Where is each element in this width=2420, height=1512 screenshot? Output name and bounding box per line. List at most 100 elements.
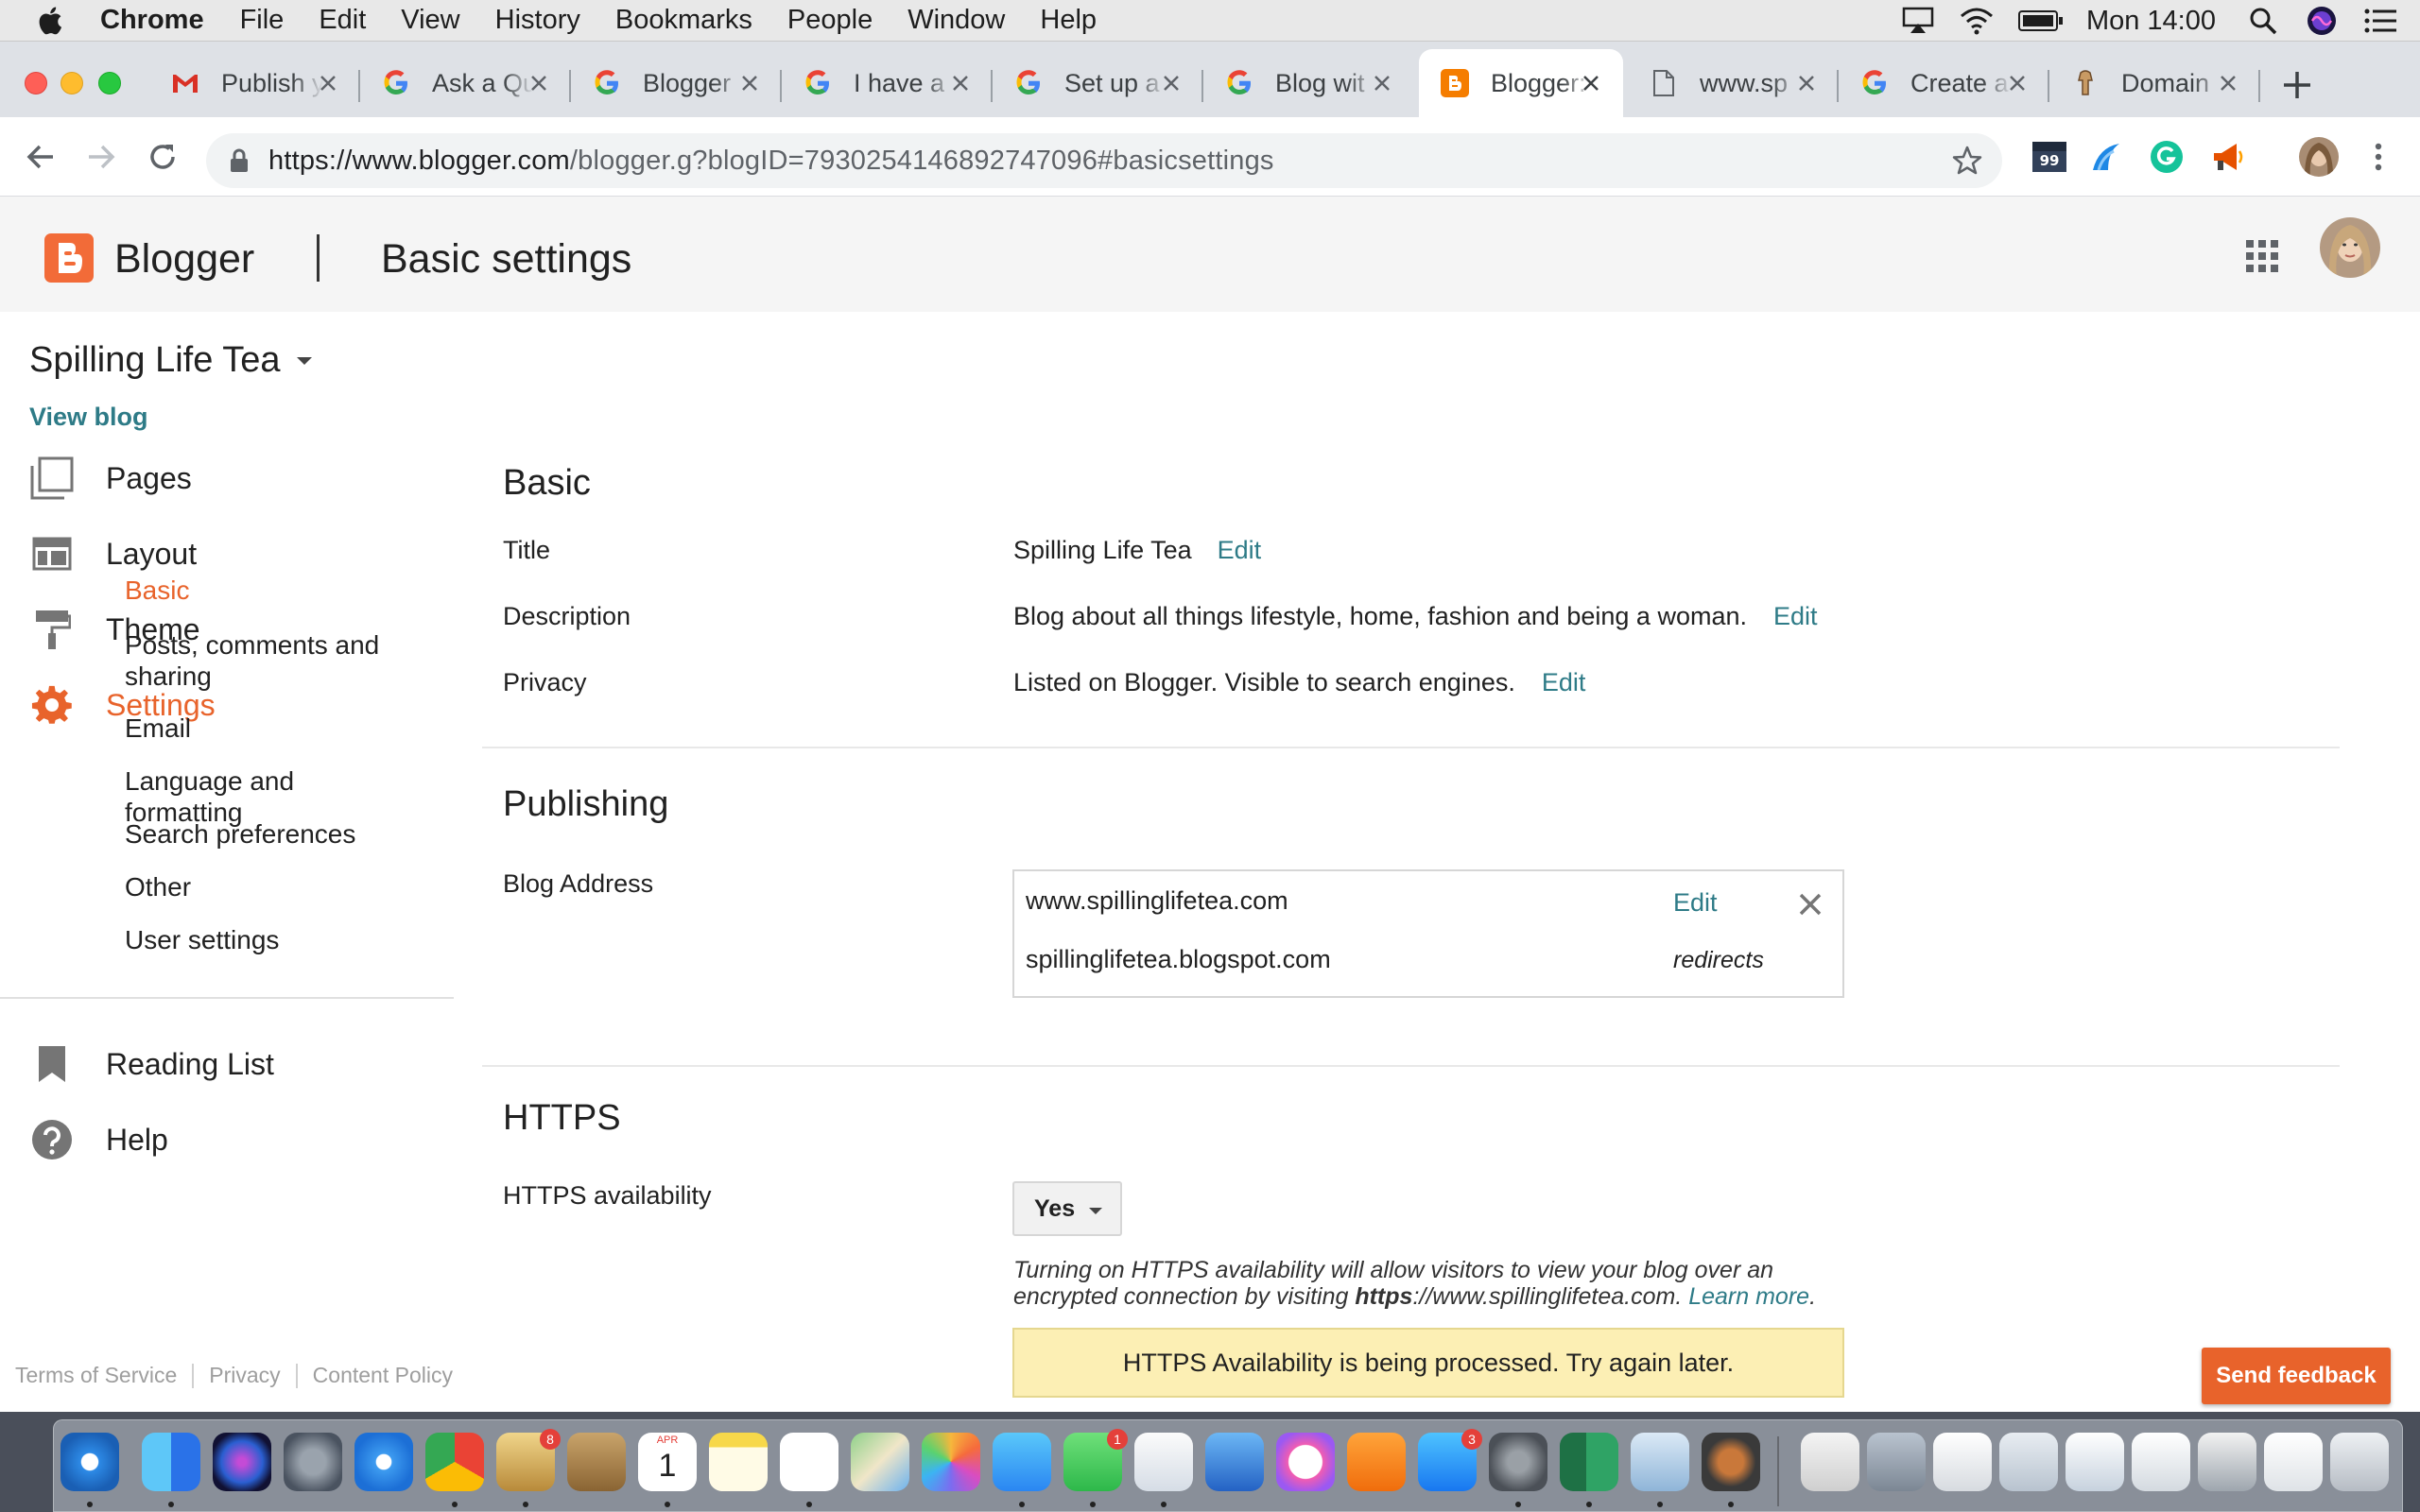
tab-close-icon[interactable] xyxy=(738,72,761,94)
window-close-button[interactable] xyxy=(25,72,47,94)
tab-close-icon[interactable] xyxy=(1795,72,1818,94)
settings-sub-other[interactable]: Other xyxy=(125,871,408,902)
grammarly-icon[interactable] xyxy=(2148,138,2186,176)
extension-wave-icon[interactable] xyxy=(2087,138,2125,176)
reminders-icon[interactable] xyxy=(780,1433,838,1491)
menu-file[interactable]: File xyxy=(240,5,285,36)
sidebar-item-reading-list[interactable]: Reading List xyxy=(29,1038,274,1091)
browser-tab-i-have[interactable]: I have a xyxy=(782,49,993,117)
learn-more-link[interactable]: Learn more xyxy=(1688,1283,1809,1310)
messages-icon[interactable] xyxy=(993,1433,1051,1491)
privacy-link[interactable]: Privacy xyxy=(209,1363,280,1388)
menubar-clock[interactable]: Mon 14:00 xyxy=(2086,6,2216,37)
menu-edit[interactable]: Edit xyxy=(319,5,366,36)
menu-window[interactable]: Window xyxy=(908,5,1005,36)
keynote-icon[interactable] xyxy=(1134,1433,1193,1491)
url-text[interactable]: https://www.blogger.com/blogger.g?blogID… xyxy=(268,146,1274,177)
trash-icon[interactable] xyxy=(2330,1433,2389,1491)
chrome-icon[interactable] xyxy=(425,1433,484,1491)
tab-close-icon[interactable] xyxy=(527,72,550,94)
browser-tab-blog-with[interactable]: Blog wit xyxy=(1203,49,1414,117)
privacy-edit-link[interactable]: Edit xyxy=(1542,668,1586,697)
settings-sub-search[interactable]: Search preferences xyxy=(125,818,408,850)
menu-people[interactable]: People xyxy=(787,5,873,36)
browser-tab-blogger-search[interactable]: Blogger xyxy=(571,49,782,117)
remove-domain-close-icon[interactable] xyxy=(1796,890,1824,919)
apple-menu-icon[interactable] xyxy=(36,5,68,37)
maps-icon[interactable] xyxy=(851,1433,909,1491)
books-icon[interactable] xyxy=(1347,1433,1406,1491)
title-edit-link[interactable]: Edit xyxy=(1218,536,1262,565)
calendar-icon[interactable]: APR 1 xyxy=(638,1433,697,1491)
blog-selector[interactable]: Spilling Life Tea xyxy=(29,340,313,381)
window-zoom-button[interactable] xyxy=(98,72,121,94)
terms-link[interactable]: Terms of Service xyxy=(15,1363,177,1388)
photos-icon[interactable] xyxy=(922,1433,980,1491)
settings-sub-user[interactable]: User settings xyxy=(125,924,408,955)
address-bar[interactable]: https://www.blogger.com/blogger.g?blogID… xyxy=(206,133,2002,188)
settings-sub-email[interactable]: Email xyxy=(125,713,408,744)
safari-compass-icon[interactable] xyxy=(60,1433,119,1491)
menu-help[interactable]: Help xyxy=(1040,5,1097,36)
browser-tab-www[interactable]: www.sp xyxy=(1628,49,1839,117)
stack-folder-icon[interactable] xyxy=(1933,1433,1992,1491)
stack-document-icon[interactable] xyxy=(1801,1433,1859,1491)
menu-bookmarks[interactable]: Bookmarks xyxy=(615,5,752,36)
menu-view[interactable]: View xyxy=(401,5,459,36)
extension-99-icon[interactable]: 99 xyxy=(2031,138,2068,176)
browser-tab-set-up[interactable]: Set up a xyxy=(993,49,1203,117)
blogger-logo-icon[interactable] xyxy=(44,233,94,283)
content-policy-link[interactable]: Content Policy xyxy=(313,1363,453,1388)
menu-history[interactable]: History xyxy=(495,5,580,36)
wifi-icon[interactable] xyxy=(1958,2,1996,40)
stack-screenshot-icon[interactable] xyxy=(2066,1433,2124,1491)
apps-grid-icon[interactable] xyxy=(2245,239,2279,273)
battery-icon[interactable] xyxy=(2016,2,2066,40)
stack-list-icon[interactable] xyxy=(2132,1433,2190,1491)
tab-close-icon[interactable] xyxy=(2006,72,2029,94)
stack-paper-icon[interactable] xyxy=(2264,1433,2323,1491)
camera-app-icon[interactable] xyxy=(1702,1433,1760,1491)
browser-tab-create[interactable]: Create a xyxy=(1839,49,2049,117)
airplay-icon[interactable] xyxy=(1899,2,1937,40)
chrome-menu-kebab-icon[interactable] xyxy=(2360,138,2397,176)
bookmark-star-icon[interactable] xyxy=(1951,145,1983,177)
browser-tab-ask[interactable]: Ask a Qu xyxy=(360,49,571,117)
system-preferences-icon[interactable] xyxy=(1489,1433,1547,1491)
settings-sub-basic[interactable]: Basic xyxy=(125,575,408,606)
stack-house-icon[interactable] xyxy=(1867,1433,1926,1491)
tab-close-icon[interactable] xyxy=(2217,72,2239,94)
sidebar-item-pages[interactable]: Pages xyxy=(29,452,192,505)
keynote-podium-icon[interactable] xyxy=(1205,1433,1264,1491)
forward-arrow-icon[interactable] xyxy=(81,137,121,177)
window-minimize-button[interactable] xyxy=(60,72,83,94)
blog-address-edit-link[interactable]: Edit xyxy=(1673,888,1718,918)
notes-icon[interactable] xyxy=(709,1433,768,1491)
send-feedback-button[interactable]: Send feedback xyxy=(2202,1348,2391,1404)
stack-window-icon[interactable] xyxy=(1999,1433,2058,1491)
launchpad-rocket-icon[interactable] xyxy=(284,1433,342,1491)
tab-close-icon[interactable] xyxy=(1371,72,1393,94)
preview-icon[interactable] xyxy=(1631,1433,1689,1491)
browser-tab-blogger-settings[interactable]: Blogger: xyxy=(1419,49,1623,117)
tab-close-icon[interactable] xyxy=(1160,72,1183,94)
back-arrow-icon[interactable] xyxy=(21,137,60,177)
menu-app-name[interactable]: Chrome xyxy=(100,5,204,36)
spotlight-icon[interactable] xyxy=(2244,2,2282,40)
tab-close-icon[interactable] xyxy=(1580,72,1602,94)
finder-icon[interactable] xyxy=(142,1433,200,1491)
https-availability-select[interactable]: Yes xyxy=(1012,1181,1122,1236)
siri-icon[interactable] xyxy=(213,1433,271,1491)
browser-tab-publish[interactable]: Publish y xyxy=(149,49,360,117)
siri-icon[interactable] xyxy=(2303,2,2341,40)
contacts-icon[interactable] xyxy=(567,1433,626,1491)
browser-tab-domain[interactable]: Domain xyxy=(2049,49,2260,117)
stack-photo-icon[interactable] xyxy=(2198,1433,2256,1491)
profile-avatar[interactable] xyxy=(2299,137,2339,177)
sidebar-item-help[interactable]: Help xyxy=(29,1113,168,1166)
blogger-brand[interactable]: Blogger xyxy=(114,236,254,283)
notification-center-icon[interactable] xyxy=(2361,2,2399,40)
tab-close-icon[interactable] xyxy=(949,72,972,94)
new-tab-plus-icon[interactable] xyxy=(2276,64,2318,106)
megaphone-icon[interactable] xyxy=(2208,138,2246,176)
